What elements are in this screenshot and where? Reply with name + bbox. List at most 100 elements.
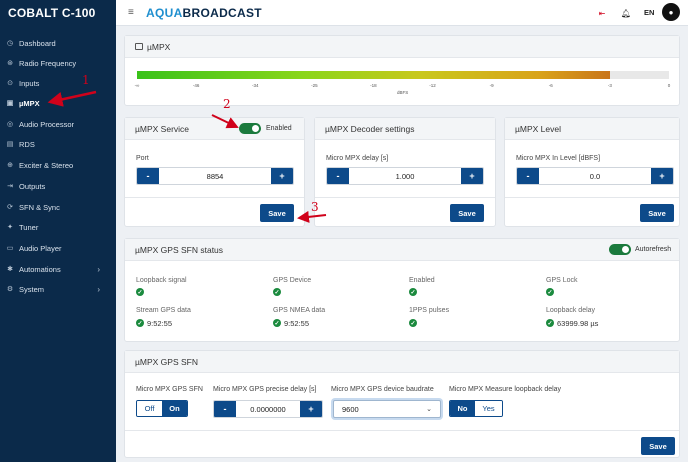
exciter-icon: ⊕ <box>7 162 13 169</box>
umpx-level-card: µMPX Level Micro MPX In Level [dBFS] - 0… <box>504 117 680 227</box>
audio-processor-icon: ◎ <box>6 121 14 128</box>
card-header: µMPX Level <box>505 118 679 140</box>
loopback-delay-label: Loopback delay <box>546 307 596 314</box>
chevron-down-icon: ⌄ <box>426 406 432 413</box>
port-decrement-button[interactable]: - <box>137 168 159 184</box>
inputs-icon: ⊙ <box>7 80 13 87</box>
sidebar-item-exciter-stereo[interactable]: ⊕ Exciter & Stereo <box>0 155 116 175</box>
baudrate-select[interactable]: 9600 ⌄ <box>333 400 441 418</box>
brand-title: COBALT C-100 <box>8 6 96 20</box>
rds-icon: ▤ <box>6 141 14 148</box>
delay-decrement-button[interactable]: - <box>327 168 349 184</box>
card-header: µMPX Decoder settings <box>315 118 495 140</box>
meter-tick-label: -∞ <box>134 83 140 88</box>
umpx-service-card: µMPX Service Enabled Port - 8854 + Save <box>124 117 305 227</box>
sidebar-item-rds[interactable]: ▤ RDS <box>0 134 116 154</box>
port-increment-button[interactable]: + <box>271 168 293 184</box>
language-selector[interactable]: EN <box>644 8 654 17</box>
sidebar-item-label: Exciter & Stereo <box>19 160 74 170</box>
sidebar-item-dashboard[interactable]: ◷ Dashboard <box>0 33 116 53</box>
loopback-no-button[interactable]: No <box>450 401 476 416</box>
outputs-icon: ⇥ <box>7 183 13 190</box>
meter-tick-label: -12 <box>429 83 436 88</box>
check-circle-icon: ✓ <box>409 288 417 296</box>
sidebar-item-label: RDS <box>19 139 35 149</box>
user-avatar-icon[interactable]: ● <box>662 3 680 21</box>
meter-tick-label: -34 <box>251 83 259 88</box>
stream-gps-data-label: Stream GPS data <box>136 307 191 314</box>
gps-nmea-data-label: GPS NMEA data <box>273 307 326 314</box>
meter-tick-label: -46 <box>192 83 200 88</box>
gps-sfn-card: µMPX GPS SFN Micro MPX GPS SFN Off On Mi… <box>124 350 680 458</box>
sidebar-item-label: Audio Player <box>19 243 62 253</box>
meter-tick-label: 0 <box>667 83 671 88</box>
gps-sfn-status-card: µMPX GPS SFN status Autorefresh Loopback… <box>124 238 680 342</box>
tuner-icon: ✦ <box>7 224 13 231</box>
sfn-on-button[interactable]: On <box>162 401 187 416</box>
divider <box>505 197 679 198</box>
sidebar-item-label: Tuner <box>19 222 39 232</box>
sidebar-item-inputs[interactable]: ⊙ Inputs <box>0 73 116 93</box>
stream-gps-data-value: 9:52:55 <box>147 319 173 328</box>
level-meter-fill <box>137 71 610 79</box>
baudrate-label: Micro MPX GPS device baudrate <box>331 386 434 393</box>
precise-delay-decrement-button[interactable]: - <box>214 401 236 417</box>
level-save-button[interactable]: Save <box>640 204 674 222</box>
check-circle-icon: ✓ <box>409 319 417 327</box>
dashboard-icon: ◷ <box>6 40 14 47</box>
sidebar-item-label: SFN & Sync <box>19 202 60 212</box>
gps-device-label: GPS Device <box>273 277 312 284</box>
delay-increment-button[interactable]: + <box>461 168 483 184</box>
card-header: µMPX Service Enabled <box>125 118 304 140</box>
check-circle-icon: ✓ <box>136 288 144 296</box>
autorefresh-toggle[interactable] <box>609 244 631 255</box>
sidebar-item-outputs[interactable]: ⇥ Outputs <box>0 176 116 196</box>
in-level-decrement-button[interactable]: - <box>517 168 539 184</box>
card-title: µMPX GPS SFN <box>135 356 198 367</box>
card-header: µMPX GPS SFN <box>125 351 679 373</box>
loopback-yes-button[interactable]: Yes <box>475 401 502 416</box>
chevron-right-icon: › <box>97 264 100 274</box>
in-level-increment-button[interactable]: + <box>651 168 673 184</box>
card-title: µMPX <box>147 41 171 52</box>
meter-tick-label: -6 <box>548 83 553 88</box>
umpx-meter-card: µMPX -∞ -46 -34 -25 -18 -12 -9 -6 -3 0 dBFS <box>124 35 680 106</box>
sidebar-item-automations[interactable]: ✱ Automations › <box>0 259 116 279</box>
hamburger-menu-icon[interactable]: ≡ <box>128 7 134 18</box>
decoder-save-button[interactable]: Save <box>450 204 484 222</box>
enabled-toggle[interactable] <box>239 123 261 134</box>
meter-unit: dBFS <box>397 90 409 95</box>
system-icon: ⚙ <box>6 286 14 293</box>
enabled-status-label: Enabled <box>409 277 435 284</box>
sfn-off-button[interactable]: Off <box>137 401 162 416</box>
sidebar-item-label: Outputs <box>19 181 46 191</box>
sfn-label: Micro MPX GPS SFN <box>136 386 203 393</box>
sidebar-item-audio-player[interactable]: ▭ Audio Player <box>0 238 116 258</box>
delay-input[interactable]: 1.000 <box>349 168 461 184</box>
audio-player-icon: ▭ <box>6 245 14 252</box>
sidebar-item-radio-frequency[interactable]: ⊛ Radio Frequency <box>0 53 116 73</box>
automations-icon: ✱ <box>7 266 13 273</box>
enabled-label: Enabled <box>266 125 292 132</box>
meter-tick-label: -25 <box>311 83 318 88</box>
sidebar-item-sfn-sync[interactable]: ⟳ SFN & Sync <box>0 197 116 217</box>
autorefresh-label: Autorefresh <box>635 246 672 253</box>
gps-sfn-save-button[interactable]: Save <box>641 437 675 455</box>
sidebar-item-audio-processor[interactable]: ◎ Audio Processor <box>0 114 116 134</box>
bell-icon[interactable]: 🔔︎ <box>618 5 634 21</box>
precise-delay-increment-button[interactable]: + <box>300 401 322 417</box>
gps-nmea-data-value: 9:52:55 <box>284 319 310 328</box>
in-level-input[interactable]: 0.0 <box>539 168 651 184</box>
sidebar-item-tuner[interactable]: ✦ Tuner <box>0 217 116 237</box>
logout-icon[interactable]: ⇤ <box>594 5 610 21</box>
precise-delay-input[interactable]: 0.0000000 <box>236 401 300 417</box>
check-circle-icon: ✓ <box>546 319 554 327</box>
service-save-button[interactable]: Save <box>260 204 294 222</box>
sidebar-item-label: Automations <box>19 264 61 274</box>
port-input[interactable]: 8854 <box>159 168 271 184</box>
loopback-segmented-control: No Yes <box>449 400 503 417</box>
sync-icon: ⟳ <box>7 204 13 211</box>
sidebar-item-system[interactable]: ⚙ System › <box>0 279 116 299</box>
sidebar-item-umpx[interactable]: ▣ µMPX <box>0 93 116 113</box>
card-title: µMPX GPS SFN status <box>135 244 224 255</box>
